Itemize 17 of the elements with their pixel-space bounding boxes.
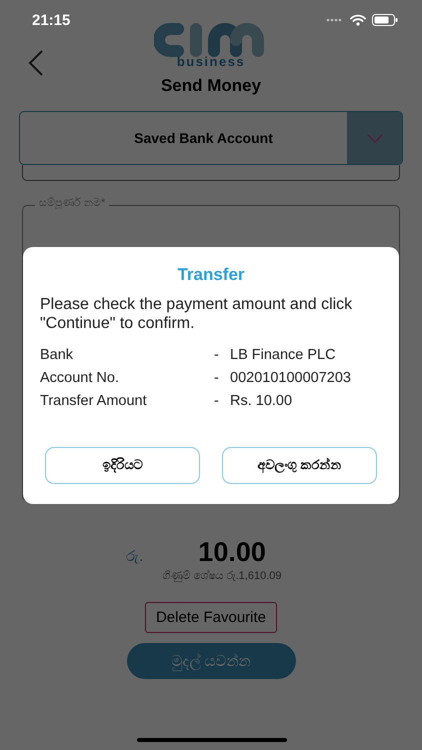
detail-value: LB Finance PLC	[230, 346, 337, 362]
detail-label: Transfer Amount	[40, 392, 148, 408]
detail-value: 002010100007203	[230, 370, 352, 386]
dialog-title: Transfer	[176, 264, 246, 284]
currency-label: රු.	[126, 548, 144, 565]
amount-value: 10.00	[198, 537, 266, 568]
detail-value: Rs. 10.00	[230, 392, 294, 408]
status-time: 21:15	[32, 12, 70, 28]
page-title: Send Money	[160, 76, 262, 96]
detail-separator: -	[214, 370, 220, 386]
balance-text: ගිණුම් ශේෂය රු.1,610.09	[162, 570, 282, 582]
detail-separator: -	[214, 392, 220, 408]
logo-text: business	[176, 56, 246, 68]
detail-label: Bank	[40, 346, 74, 362]
detail-label: Account No.	[40, 370, 120, 386]
dialog-message: Please check the payment amount and click "Continue" to confirm.	[40, 294, 354, 332]
detail-separator: -	[214, 346, 220, 362]
